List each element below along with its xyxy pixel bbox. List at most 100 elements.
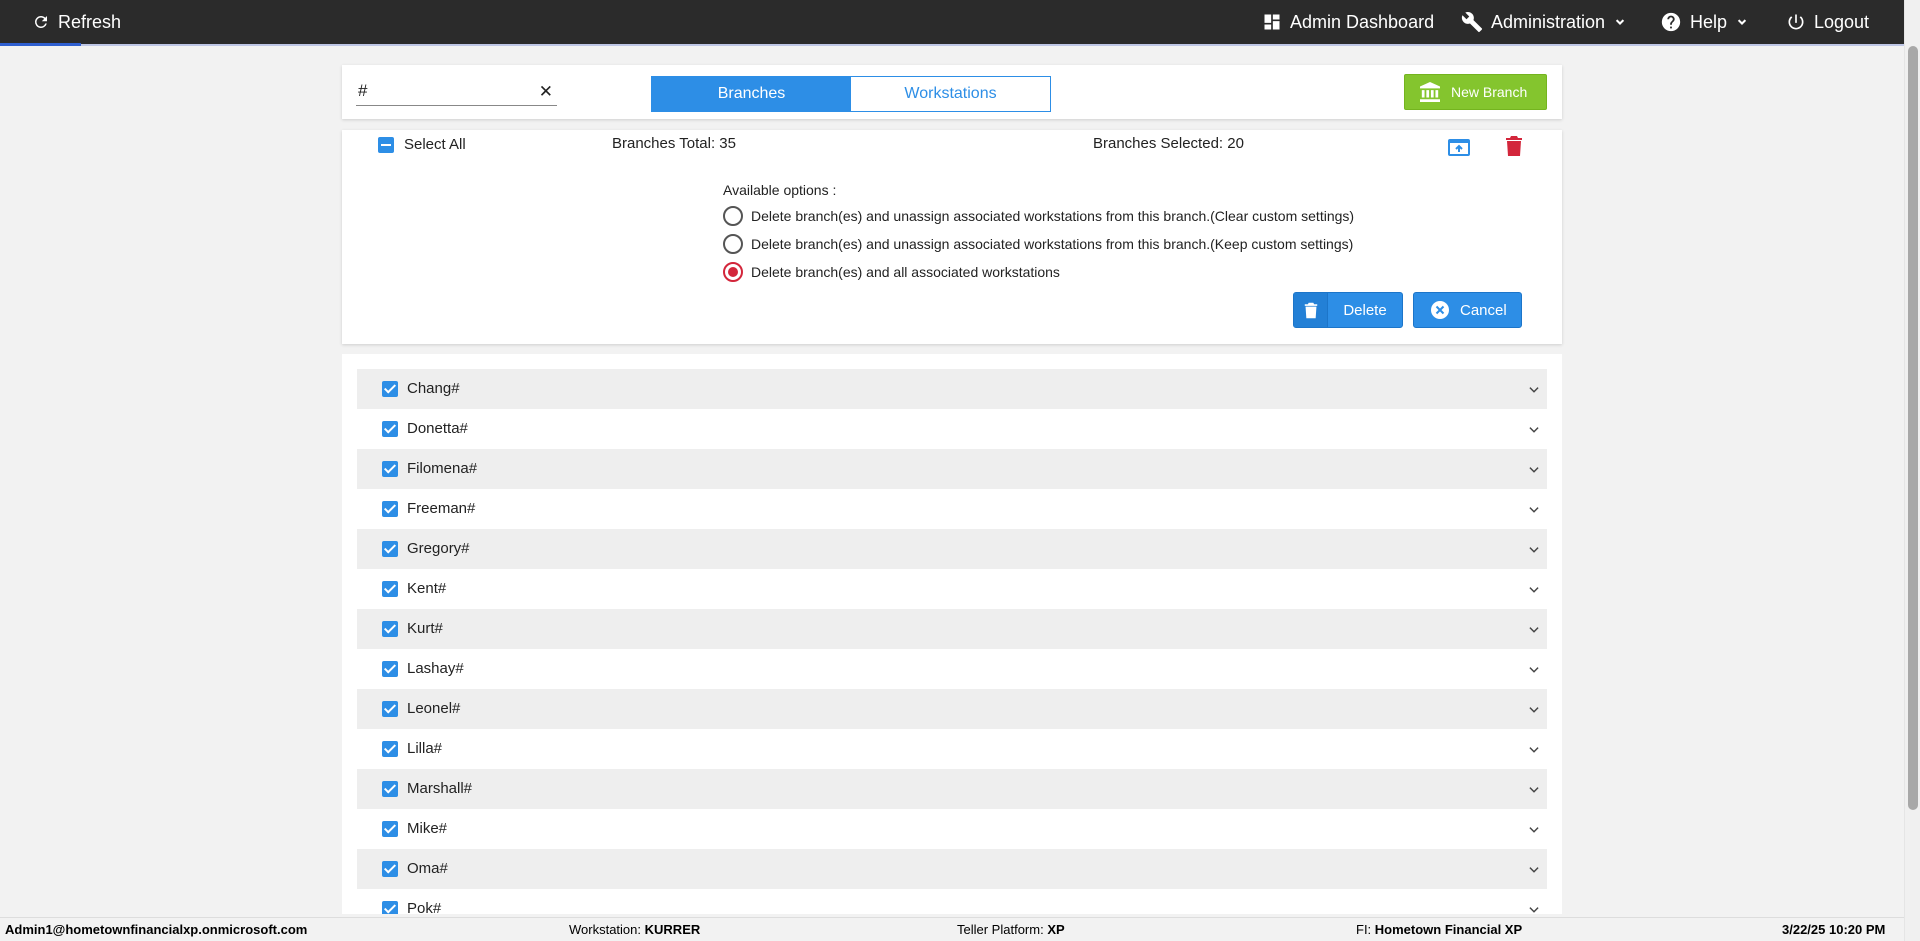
chevron-down-icon[interactable] bbox=[1527, 503, 1541, 517]
tab-branches[interactable]: Branches bbox=[652, 77, 851, 111]
radio-selected-icon[interactable] bbox=[723, 262, 743, 282]
option-keep-custom-settings[interactable]: Delete branch(es) and unassign associate… bbox=[723, 234, 1353, 254]
tab-workstations[interactable]: Workstations bbox=[851, 77, 1050, 111]
close-circle-icon bbox=[1431, 301, 1449, 319]
workstation-label: Workstation: bbox=[569, 922, 642, 937]
refresh-button[interactable]: Refresh bbox=[32, 0, 121, 44]
branch-row[interactable]: Donetta# bbox=[357, 409, 1547, 449]
option-label: Delete branch(es) and all associated wor… bbox=[751, 264, 1060, 280]
branch-name: Filomena# bbox=[407, 460, 478, 477]
chevron-down-icon[interactable] bbox=[1527, 703, 1541, 717]
select-all-checkbox[interactable]: Select All bbox=[378, 136, 466, 153]
new-branch-label: New Branch bbox=[1451, 84, 1528, 100]
refresh-icon bbox=[34, 15, 47, 28]
loading-track bbox=[0, 44, 1904, 46]
branch-row[interactable]: Kurt# bbox=[357, 609, 1547, 649]
branch-row[interactable]: Marshall# bbox=[357, 769, 1547, 809]
power-icon bbox=[1788, 14, 1804, 30]
branch-row[interactable]: Lashay# bbox=[357, 649, 1547, 689]
checkbox-checked-icon[interactable] bbox=[382, 581, 398, 597]
chevron-down-icon[interactable] bbox=[1527, 823, 1541, 837]
workstation-status: Workstation: KURRER bbox=[569, 922, 700, 937]
cancel-button[interactable]: Cancel bbox=[1413, 292, 1522, 328]
administration-menu[interactable]: Administration bbox=[1461, 0, 1627, 44]
fi-status: FI: Hometown Financial XP bbox=[1356, 922, 1522, 937]
trash-icon[interactable] bbox=[1505, 136, 1523, 161]
indeterminate-checkbox-icon[interactable] bbox=[378, 136, 394, 153]
datetime: 3/22/25 10:20 PM bbox=[1782, 922, 1886, 937]
branch-row[interactable]: Oma# bbox=[357, 849, 1547, 889]
branch-name: Chang# bbox=[407, 380, 460, 397]
checkbox-checked-icon[interactable] bbox=[382, 661, 398, 677]
checkbox-checked-icon[interactable] bbox=[382, 621, 398, 637]
help-icon bbox=[1661, 12, 1681, 32]
logout-button[interactable]: Logout bbox=[1786, 0, 1869, 44]
branch-row[interactable]: Chang# bbox=[357, 369, 1547, 409]
chevron-down-icon[interactable] bbox=[1527, 463, 1541, 477]
available-options-label: Available options : bbox=[723, 182, 837, 198]
page-scrollbar[interactable] bbox=[1904, 0, 1920, 941]
chevron-down-icon[interactable] bbox=[1527, 743, 1541, 757]
checkbox-checked-icon[interactable] bbox=[382, 381, 398, 397]
checkbox-checked-icon[interactable] bbox=[382, 421, 398, 437]
option-label: Delete branch(es) and unassign associate… bbox=[751, 236, 1354, 252]
clear-search-icon[interactable]: ✕ bbox=[539, 82, 553, 102]
checkbox-checked-icon[interactable] bbox=[382, 461, 398, 477]
help-label: Help bbox=[1690, 11, 1728, 32]
branch-row[interactable]: Lilla# bbox=[357, 729, 1547, 769]
chevron-down-icon[interactable] bbox=[1527, 783, 1541, 797]
help-menu[interactable]: Help bbox=[1660, 0, 1749, 44]
option-delete-all-workstations[interactable]: Delete branch(es) and all associated wor… bbox=[723, 262, 1060, 282]
admin-dashboard-link[interactable]: Admin Dashboard bbox=[1262, 0, 1434, 44]
platform-label: Teller Platform: bbox=[957, 922, 1044, 937]
bank-icon bbox=[1420, 82, 1440, 102]
branch-row[interactable]: Mike# bbox=[357, 809, 1547, 849]
view-toggle: Branches Workstations bbox=[651, 76, 1051, 112]
branches-selected: Branches Selected: 20 bbox=[1093, 135, 1244, 152]
checkbox-checked-icon[interactable] bbox=[382, 861, 398, 877]
branch-name: Kent# bbox=[407, 580, 447, 597]
branches-total: Branches Total: 35 bbox=[612, 135, 736, 152]
workstation-value: KURRER bbox=[644, 922, 701, 937]
branch-row[interactable]: Freeman# bbox=[357, 489, 1547, 529]
chevron-down-icon[interactable] bbox=[1527, 863, 1541, 877]
chevron-down-icon bbox=[1615, 19, 1625, 25]
checkbox-checked-icon[interactable] bbox=[382, 781, 398, 797]
new-branch-button[interactable]: New Branch bbox=[1404, 74, 1547, 110]
radio-icon[interactable] bbox=[723, 234, 743, 254]
chevron-down-icon[interactable] bbox=[1527, 383, 1541, 397]
search-input[interactable]: # ✕ bbox=[356, 80, 557, 106]
upload-icon[interactable] bbox=[1448, 137, 1470, 162]
chevron-down-icon[interactable] bbox=[1527, 543, 1541, 557]
option-clear-custom-settings[interactable]: Delete branch(es) and unassign associate… bbox=[723, 206, 1354, 226]
checkbox-checked-icon[interactable] bbox=[382, 701, 398, 717]
checkbox-checked-icon[interactable] bbox=[382, 501, 398, 517]
branch-row[interactable]: Filomena# bbox=[357, 449, 1547, 489]
chevron-down-icon[interactable] bbox=[1527, 623, 1541, 637]
branch-name: Lashay# bbox=[407, 660, 464, 677]
top-nav-bar: Refresh Admin Dashboard Administration H… bbox=[0, 0, 1904, 46]
branch-toolbar: # ✕ Branches Workstations New Branch bbox=[342, 65, 1562, 119]
branch-row[interactable]: Kent# bbox=[357, 569, 1547, 609]
branch-name: Leonel# bbox=[407, 700, 461, 717]
search-value[interactable]: # bbox=[358, 81, 367, 101]
checkbox-checked-icon[interactable] bbox=[382, 901, 398, 914]
branch-row[interactable]: Gregory# bbox=[357, 529, 1547, 569]
chevron-down-icon[interactable] bbox=[1527, 583, 1541, 597]
bulk-delete-panel: Select All Branches Total: 35 Branches S… bbox=[342, 130, 1562, 344]
radio-icon[interactable] bbox=[723, 206, 743, 226]
option-label: Delete branch(es) and unassign associate… bbox=[751, 208, 1355, 224]
checkbox-checked-icon[interactable] bbox=[382, 741, 398, 757]
checkbox-checked-icon[interactable] bbox=[382, 541, 398, 557]
chevron-down-icon bbox=[1737, 19, 1747, 25]
branch-row[interactable]: Leonel# bbox=[357, 689, 1547, 729]
branch-name: Marshall# bbox=[407, 780, 473, 797]
chevron-down-icon[interactable] bbox=[1527, 663, 1541, 677]
chevron-down-icon[interactable] bbox=[1527, 423, 1541, 437]
branch-row[interactable]: Pok# bbox=[357, 889, 1547, 914]
platform-status: Teller Platform: XP bbox=[957, 922, 1065, 937]
chevron-down-icon[interactable] bbox=[1527, 903, 1541, 914]
checkbox-checked-icon[interactable] bbox=[382, 821, 398, 837]
delete-button[interactable]: Delete bbox=[1293, 292, 1403, 328]
scrollbar-thumb[interactable] bbox=[1908, 46, 1918, 810]
